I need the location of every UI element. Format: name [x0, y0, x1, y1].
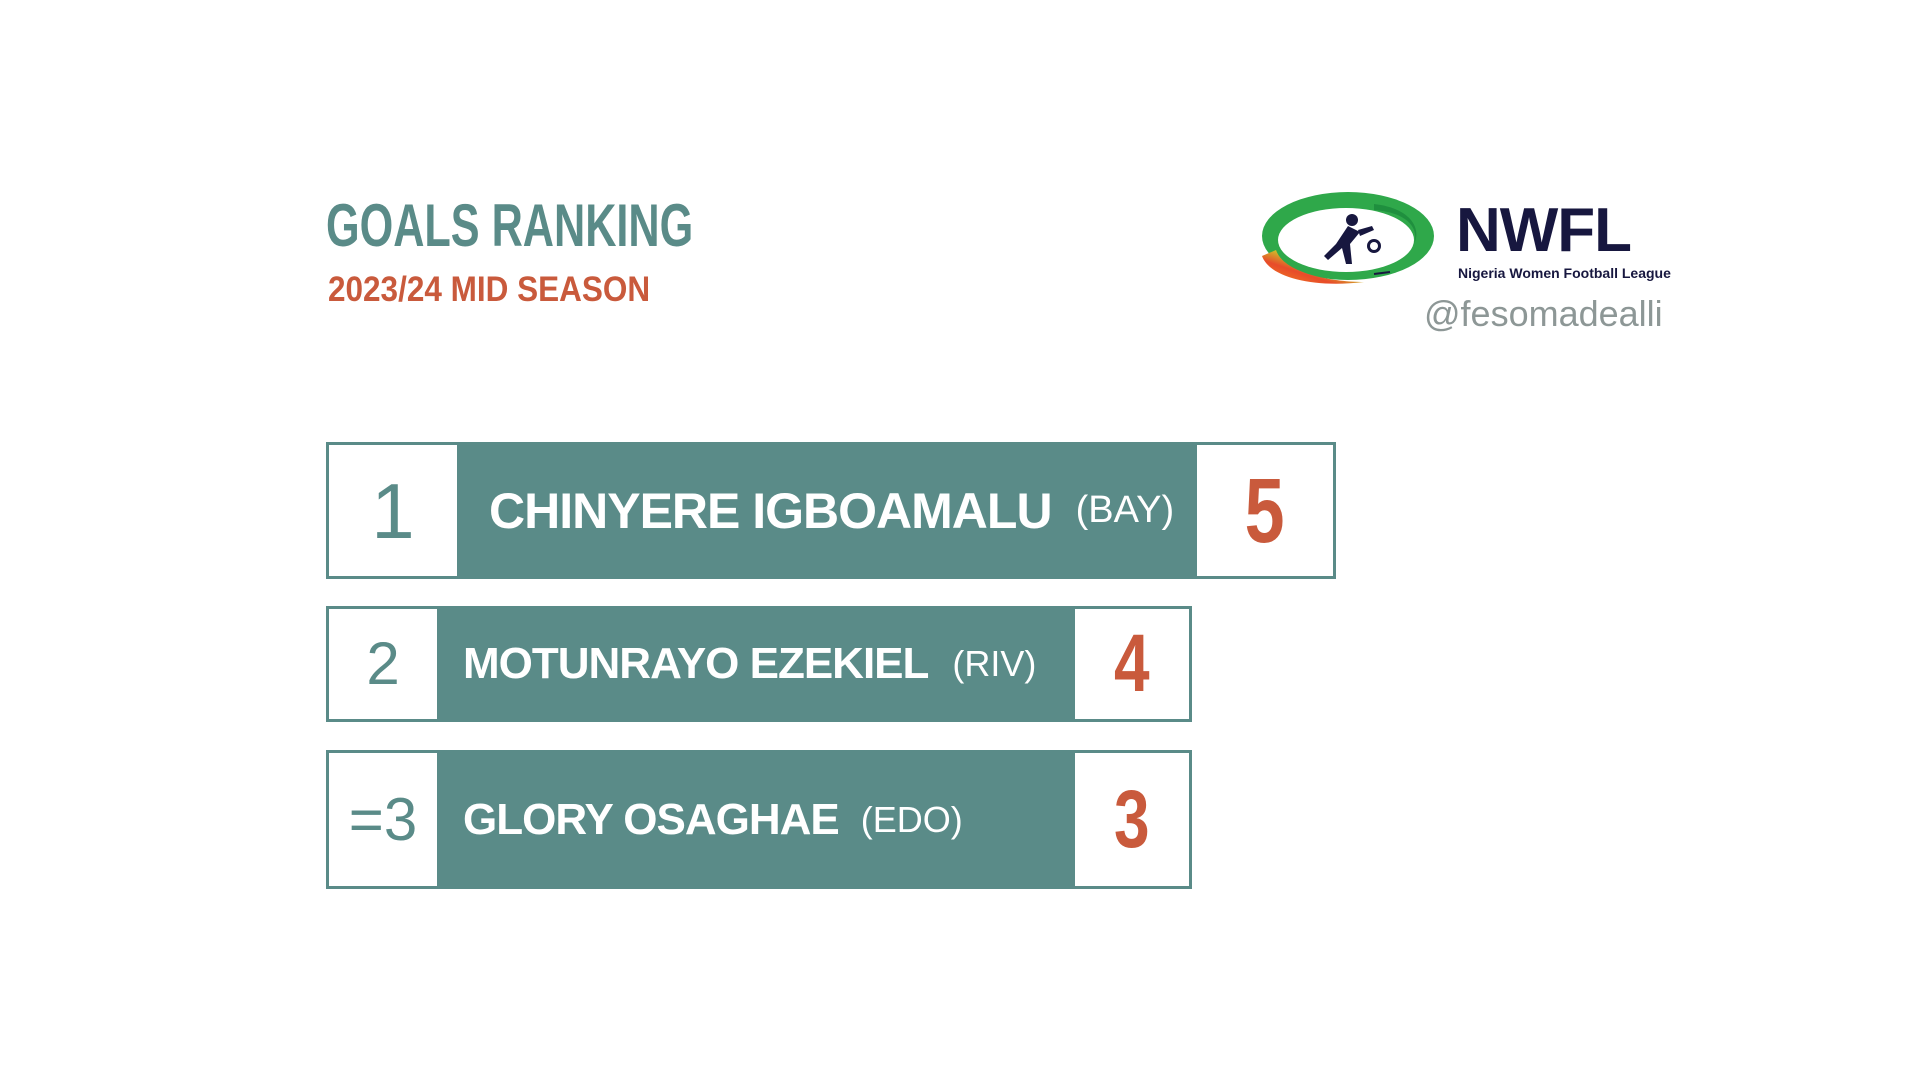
- goals-cell: 4: [1075, 609, 1189, 719]
- goals-value: 5: [1245, 459, 1285, 562]
- rank-cell: 1: [329, 445, 457, 576]
- player-name: GLORY OSAGHAE: [463, 794, 840, 844]
- nwfl-logo: NWFL Nigeria Women Football League: [1254, 186, 1671, 296]
- player-team: (EDO): [860, 798, 963, 840]
- ranking-row-3: =3 GLORY OSAGHAE (EDO) 3: [326, 750, 1192, 889]
- rank-cell: 2: [329, 609, 437, 719]
- goals-value: 4: [1114, 618, 1150, 709]
- player-team: (RIV): [952, 643, 1037, 684]
- player-name: CHINYERE IGBOAMALU: [489, 482, 1053, 539]
- football-player-emblem-icon: [1262, 192, 1434, 284]
- player-cell: CHINYERE IGBOAMALU (BAY): [457, 445, 1197, 576]
- page-title: GOALS RANKING: [326, 192, 694, 259]
- rank-cell: =3: [329, 753, 437, 886]
- player-cell: GLORY OSAGHAE (EDO): [437, 753, 1075, 886]
- goals-value: 3: [1114, 773, 1150, 865]
- player-name: MOTUNRAYO EZEKIEL: [463, 639, 929, 688]
- logo-wordmark: NWFL: [1456, 196, 1632, 265]
- ranking-row-1: 1 CHINYERE IGBOAMALU (BAY) 5: [326, 442, 1336, 579]
- ranking-row-2: 2 MOTUNRAYO EZEKIEL (RIV) 4: [326, 606, 1192, 722]
- social-handle: @fesomadealli: [1424, 293, 1663, 334]
- goals-cell: 3: [1075, 753, 1189, 886]
- goals-cell: 5: [1197, 445, 1333, 576]
- logo-tagline: Nigeria Women Football League: [1458, 265, 1671, 281]
- page-subtitle: 2023/24 MID SEASON: [328, 270, 651, 309]
- player-cell: MOTUNRAYO EZEKIEL (RIV): [437, 609, 1075, 719]
- player-team: (BAY): [1075, 489, 1175, 531]
